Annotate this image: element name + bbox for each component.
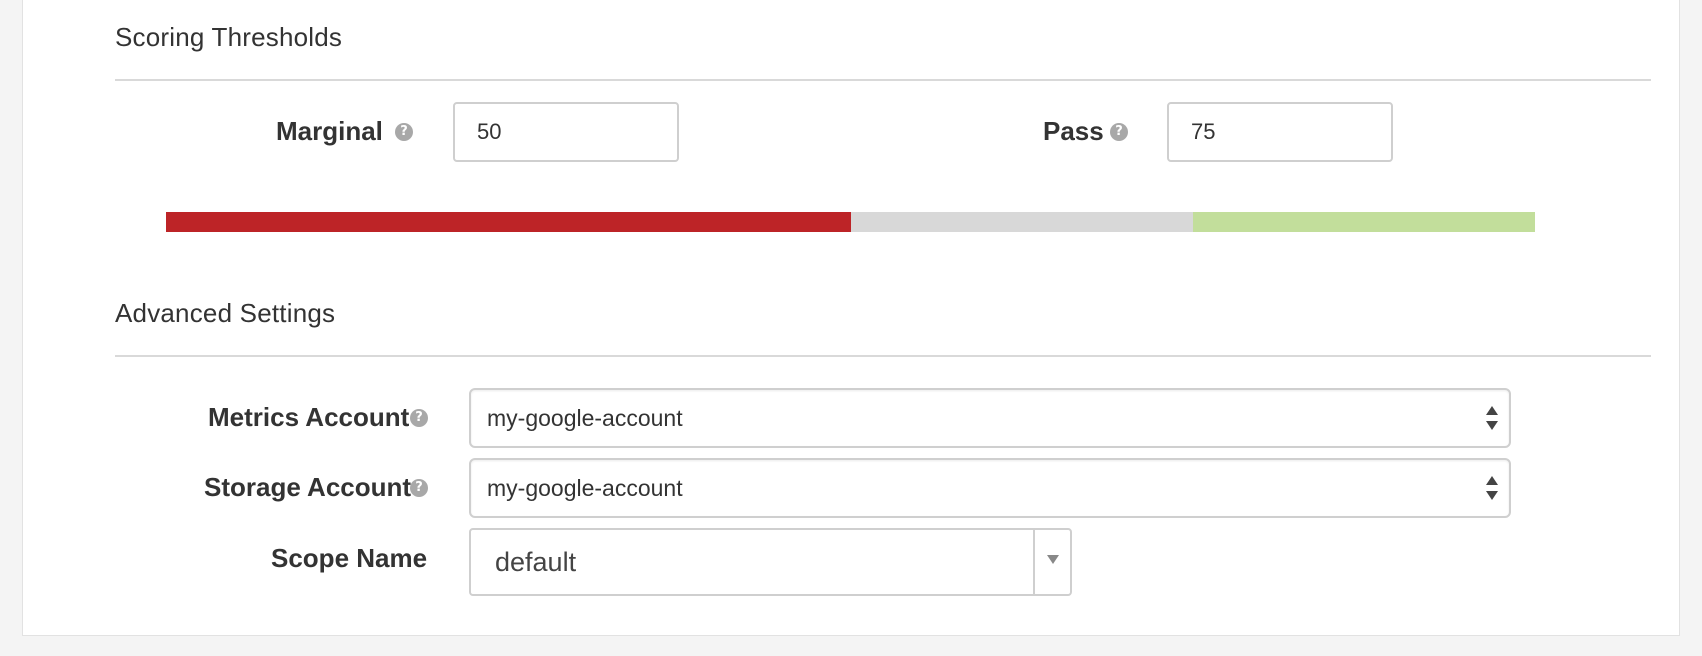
storage-account-select[interactable]: my-google-account xyxy=(469,458,1511,518)
fail-range-segment xyxy=(166,212,851,232)
pass-input[interactable] xyxy=(1167,102,1393,162)
metrics-account-select[interactable]: my-google-account xyxy=(469,388,1511,448)
section-divider xyxy=(115,79,1651,81)
storage-account-value: my-google-account xyxy=(487,475,683,501)
advanced-settings-title: Advanced Settings xyxy=(115,298,336,328)
settings-panel: Scoring Thresholds Marginal ? Pass ? Adv… xyxy=(22,0,1680,636)
caret-down-icon[interactable] xyxy=(1047,555,1059,564)
storage-account-help-icon[interactable]: ? xyxy=(410,479,428,497)
pass-help-icon[interactable]: ? xyxy=(1110,123,1128,141)
scope-select-divider xyxy=(1033,530,1035,594)
marginal-help-icon[interactable]: ? xyxy=(395,123,413,141)
scope-name-label: Scope Name xyxy=(271,543,428,573)
metrics-account-help-icon[interactable]: ? xyxy=(410,409,428,427)
threshold-bar xyxy=(166,212,1535,232)
up-down-arrows-icon xyxy=(1486,406,1498,430)
storage-account-label: Storage Account xyxy=(204,472,412,502)
up-down-arrows-icon xyxy=(1486,476,1498,500)
scope-name-value: default xyxy=(495,547,577,577)
scoring-thresholds-title: Scoring Thresholds xyxy=(115,22,343,52)
pass-range-segment xyxy=(1192,212,1535,232)
marginal-input[interactable] xyxy=(453,102,679,162)
marginal-range-segment xyxy=(850,212,1193,232)
scope-name-select[interactable]: default xyxy=(469,528,1072,596)
metrics-account-label: Metrics Account xyxy=(208,402,410,432)
marginal-label: Marginal xyxy=(276,116,383,146)
section-divider xyxy=(115,355,1651,357)
pass-label: Pass xyxy=(1043,116,1104,146)
metrics-account-value: my-google-account xyxy=(487,405,683,431)
